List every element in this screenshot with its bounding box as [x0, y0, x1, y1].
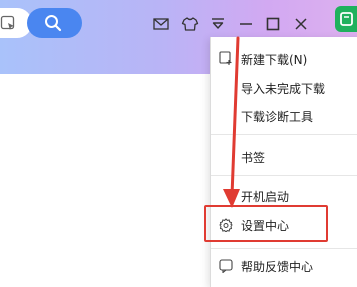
annotation-arrow	[223, 36, 240, 208]
